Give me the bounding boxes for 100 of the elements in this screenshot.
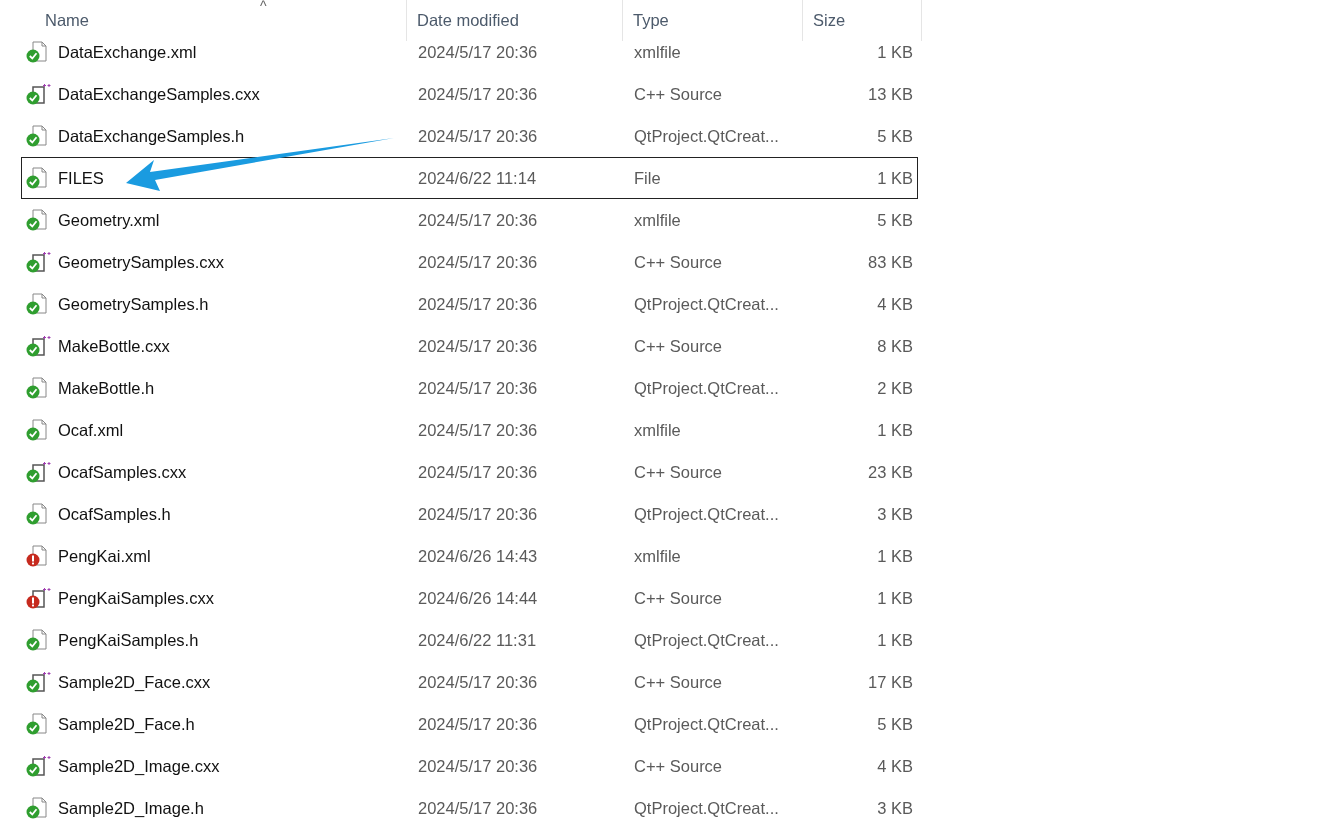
date-modified: 2024/5/17 20:36	[418, 336, 538, 355]
file-row[interactable]: PengKai.xml 2024/6/26 14:43 xmlfile 1 KB	[21, 535, 918, 577]
date-modified: 2024/5/17 20:36	[418, 84, 538, 103]
date-modified: 2024/6/22 11:31	[418, 630, 537, 649]
file-row[interactable]: PengKaiSamples.h 2024/6/22 11:31 QtProject.QtCreat... 1 KB	[21, 619, 918, 661]
date-modified: 2024/5/17 20:36	[418, 126, 538, 145]
date-modified: 2024/5/17 20:36	[418, 42, 538, 61]
date-modified: 2024/5/17 20:36	[418, 714, 538, 733]
file-row[interactable]: Sample2D_Face.cxx 2024/5/17 20:36 C++ Source 17 KB	[21, 661, 918, 703]
date-modified: 2024/5/17 20:36	[418, 378, 538, 397]
file-name: PengKai.xml	[57, 546, 151, 566]
file-size: 17 KB	[868, 672, 913, 691]
file-type: QtProject.QtCreat...	[634, 126, 779, 145]
file-name: Geometry.xml	[57, 210, 160, 230]
date-modified: 2024/6/26 14:43	[418, 546, 538, 565]
column-header[interactable]: Type	[623, 0, 803, 41]
file-row[interactable]: Sample2D_Image.h 2024/5/17 20:36 QtProject.QtCreat... 3 KB	[21, 787, 918, 829]
file-size: 5 KB	[877, 126, 913, 145]
file-row[interactable]: OcafSamples.cxx 2024/5/17 20:36 C++ Source 23 KB	[21, 451, 918, 493]
file-name: MakeBottle.h	[57, 378, 155, 398]
file-name: Sample2D_Face.h	[57, 714, 195, 734]
file-name: FILES	[57, 168, 104, 188]
file-size: 3 KB	[877, 798, 913, 817]
date-modified: 2024/5/17 20:36	[418, 420, 538, 439]
file-name: Sample2D_Image.cxx	[57, 756, 220, 776]
file-row[interactable]: MakeBottle.h 2024/5/17 20:36 QtProject.QtCreat... 2 KB	[21, 367, 918, 409]
file-name: Sample2D_Image.h	[57, 798, 204, 818]
file-row[interactable]: PengKaiSamples.cxx 2024/6/26 14:44 C++ Source 1 KB	[21, 577, 918, 619]
file-type: QtProject.QtCreat...	[634, 630, 779, 649]
file-row[interactable]: DataExchange.xml 2024/5/17 20:36 xmlfile 1 KB	[21, 41, 918, 73]
file-name: DataExchangeSamples.h	[57, 126, 245, 146]
file-name: OcafSamples.h	[57, 504, 171, 524]
file-type: C++ Source	[634, 756, 723, 775]
column-label: Type	[632, 11, 669, 30]
date-modified: 2024/5/17 20:36	[418, 798, 538, 817]
file-row[interactable]: GeometrySamples.cxx 2024/5/17 20:36 C++ Source 83 KB	[21, 241, 918, 283]
column-label: Date modified	[416, 11, 519, 30]
file-name: PengKaiSamples.h	[57, 630, 199, 650]
file-size: 1 KB	[877, 588, 913, 607]
file-name: Sample2D_Face.cxx	[57, 672, 211, 692]
file-name: PengKaiSamples.cxx	[57, 588, 214, 608]
file-size: 1 KB	[877, 42, 913, 61]
date-modified: 2024/5/17 20:36	[418, 672, 538, 691]
date-modified: 2024/6/26 14:44	[418, 588, 538, 607]
file-type: C++ Source	[634, 462, 723, 481]
file-size: 5 KB	[877, 210, 913, 229]
file-type: C++ Source	[634, 84, 723, 103]
file-row[interactable]: DataExchangeSamples.cxx 2024/5/17 20:36 C++ Source 13 KB	[21, 73, 918, 115]
file-size: 1 KB	[877, 168, 913, 187]
file-row[interactable]: DataExchangeSamples.h 2024/5/17 20:36 QtProject.QtCreat... 5 KB	[21, 115, 918, 157]
file-size: 13 KB	[868, 84, 913, 103]
column-header[interactable]: Date modified	[407, 0, 623, 41]
column-label: Size	[812, 11, 846, 30]
file-size: 8 KB	[877, 336, 913, 355]
file-row[interactable]: Sample2D_Image.cxx 2024/5/17 20:36 C++ Source 4 KB	[21, 745, 918, 787]
file-size: 1 KB	[877, 420, 913, 439]
file-row[interactable]: GeometrySamples.h 2024/5/17 20:36 QtProject.QtCreat... 4 KB	[21, 283, 918, 325]
file-type: QtProject.QtCreat...	[634, 504, 779, 523]
file-type: C++ Source	[634, 252, 723, 271]
column-label: Name	[44, 11, 89, 30]
sort-indicator: ^	[259, 0, 267, 12]
date-modified: 2024/5/17 20:36	[418, 294, 538, 313]
file-type: File	[634, 168, 661, 187]
file-row[interactable]: FILES 2024/6/22 11:14 File 1 KB	[21, 157, 918, 199]
file-type: QtProject.QtCreat...	[634, 714, 779, 733]
file-name: Ocaf.xml	[57, 420, 124, 440]
file-row[interactable]: OcafSamples.h 2024/5/17 20:36 QtProject.QtCreat... 3 KB	[21, 493, 918, 535]
file-name: DataExchange.xml	[57, 42, 197, 62]
file-type: C++ Source	[634, 588, 723, 607]
column-header[interactable]: Size	[803, 0, 922, 41]
file-size: 83 KB	[868, 252, 913, 271]
file-type: xmlfile	[634, 420, 681, 439]
file-size: 4 KB	[877, 294, 913, 313]
file-type: xmlfile	[634, 546, 681, 565]
file-row[interactable]: Geometry.xml 2024/5/17 20:36 xmlfile 5 KB	[21, 199, 918, 241]
file-type: C++ Source	[634, 672, 723, 691]
date-modified: 2024/6/22 11:14	[418, 168, 537, 187]
file-name: GeometrySamples.h	[57, 294, 209, 314]
file-type: QtProject.QtCreat...	[634, 294, 779, 313]
file-name: DataExchangeSamples.cxx	[57, 84, 260, 104]
file-row[interactable]: MakeBottle.cxx 2024/5/17 20:36 C++ Source 8 KB	[21, 325, 918, 367]
date-modified: 2024/5/17 20:36	[418, 462, 538, 481]
file-size: 4 KB	[877, 756, 913, 775]
date-modified: 2024/5/17 20:36	[418, 756, 538, 775]
file-size: 1 KB	[877, 546, 913, 565]
file-type: QtProject.QtCreat...	[634, 378, 779, 397]
file-name: MakeBottle.cxx	[57, 336, 170, 356]
file-size: 2 KB	[877, 378, 913, 397]
file-row[interactable]: Sample2D_Face.h 2024/5/17 20:36 QtProject.QtCreat... 5 KB	[21, 703, 918, 745]
file-size: 1 KB	[877, 630, 913, 649]
date-modified: 2024/5/17 20:36	[418, 504, 538, 523]
file-row[interactable]: Ocaf.xml 2024/5/17 20:36 xmlfile 1 KB	[21, 409, 918, 451]
file-size: 5 KB	[877, 714, 913, 733]
date-modified: 2024/5/17 20:36	[418, 210, 538, 229]
file-type: xmlfile	[634, 210, 681, 229]
file-size: 23 KB	[868, 462, 913, 481]
file-name: GeometrySamples.cxx	[57, 252, 224, 272]
file-name: OcafSamples.cxx	[57, 462, 187, 482]
file-size: 3 KB	[877, 504, 913, 523]
file-type: xmlfile	[634, 42, 681, 61]
